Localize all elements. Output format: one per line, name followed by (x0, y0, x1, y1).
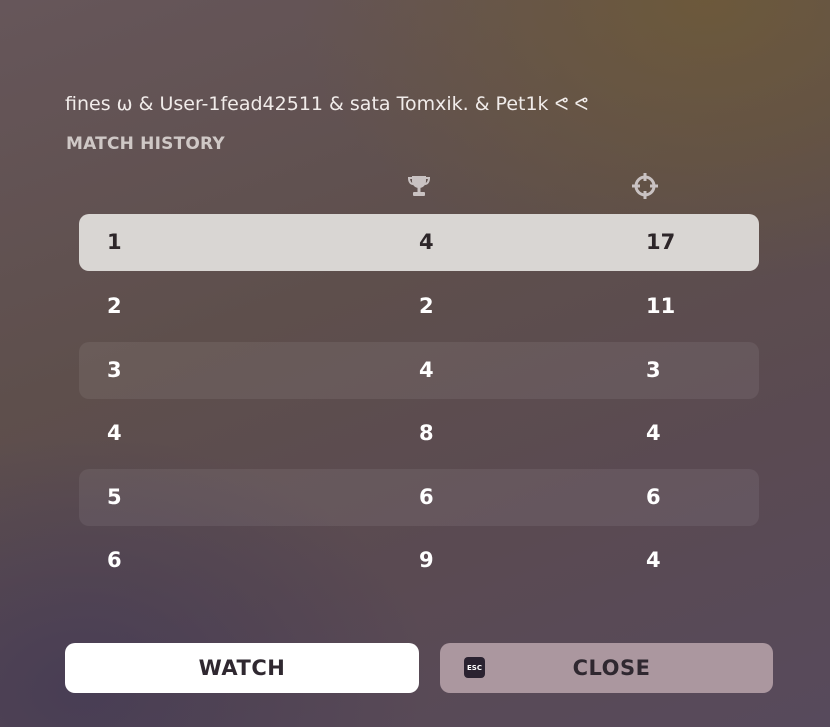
section-title: MATCH HISTORY (66, 134, 225, 154)
match-row[interactable]: 6 9 4 (79, 532, 759, 589)
crosshair-icon (632, 173, 658, 199)
close-button-label: CLOSE (572, 656, 651, 680)
close-button[interactable]: ESC CLOSE (440, 643, 773, 693)
watch-button[interactable]: WATCH (65, 643, 419, 693)
match-row[interactable]: 5 6 6 (79, 469, 759, 526)
match-row[interactable]: 4 8 4 (79, 405, 759, 462)
match-number: 2 (107, 294, 122, 318)
team-names: fines ω & User-1fead42511 & sata Tomxik.… (65, 93, 589, 115)
match-number: 4 (107, 421, 122, 445)
match-row[interactable]: 2 2 11 (79, 278, 759, 335)
match-row[interactable]: 1 4 17 (79, 214, 759, 271)
match-number: 5 (107, 485, 122, 509)
match-row[interactable]: 3 4 3 (79, 342, 759, 399)
trophy-icon (407, 176, 431, 196)
esc-key-icon: ESC (464, 657, 485, 678)
match-number: 3 (107, 358, 122, 382)
watch-button-label: WATCH (198, 656, 286, 680)
match-number: 6 (107, 548, 122, 572)
match-number: 1 (107, 230, 122, 254)
